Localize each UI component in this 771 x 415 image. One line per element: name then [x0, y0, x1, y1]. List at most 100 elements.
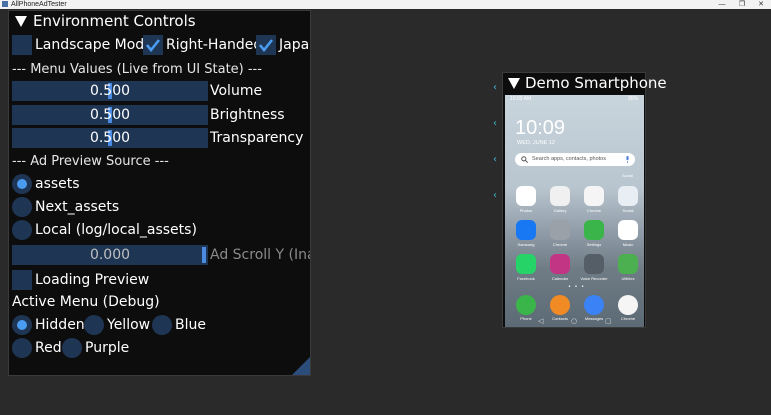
volume-label: Volume — [210, 83, 263, 99]
nav-back-icon[interactable]: ◁ — [538, 317, 543, 325]
edge-arrow-icon[interactable]: ‹ — [493, 155, 499, 165]
ad-scroll-slider[interactable]: 0.000 — [12, 245, 208, 265]
menu-values-header: --- Menu Values (Live from UI State) --- — [12, 62, 262, 77]
landscape-mode-checkbox[interactable] — [12, 35, 32, 55]
environment-controls-window: Environment Controls Landscape Mode Righ… — [8, 10, 311, 376]
app-icon-photos[interactable] — [516, 186, 536, 206]
radio-next-assets[interactable] — [12, 197, 32, 217]
minimize-button[interactable]: — — [712, 0, 732, 9]
volume-slider[interactable]: 0.500 — [12, 81, 208, 101]
app-icon — [2, 1, 8, 7]
search-placeholder: Search apps, contacts, photos — [532, 156, 606, 162]
radio-purple-label: Purple — [85, 340, 130, 356]
dock-icon-phone[interactable] — [516, 295, 536, 315]
transparency-value: 0.500 — [89, 130, 131, 146]
os-window-title: AllPhoneAdTester — [11, 1, 67, 8]
app-icon-gallery[interactable] — [550, 186, 570, 206]
landscape-mode-label: Landscape Mode — [35, 37, 153, 53]
japan-checkbox[interactable] — [256, 35, 276, 55]
env-window-title: Environment Controls — [33, 12, 196, 30]
app-icon-music[interactable] — [618, 220, 638, 240]
radio-selected-dot — [17, 179, 27, 189]
radio-local-assets-label: Local (log/local_assets) — [35, 222, 197, 238]
edge-arrow-icon[interactable]: ‹ — [493, 191, 499, 201]
phone-search-bar[interactable]: Search apps, contacts, photos — [515, 153, 635, 166]
app-icon-voice-recorder[interactable] — [584, 254, 604, 274]
brightness-slider[interactable]: 0.500 — [12, 105, 208, 125]
app-icon-facebook[interactable] — [516, 254, 536, 274]
ad-scroll-label: Ad Scroll Y (Inact — [210, 247, 310, 263]
collapse-triangle-icon[interactable] — [15, 16, 27, 27]
phone-status-bar: 10:09 AM 95% — [505, 95, 644, 103]
lock-clock: 10:09 — [515, 117, 566, 139]
loading-preview-checkbox[interactable] — [12, 270, 32, 290]
app-label: Chrome — [552, 242, 568, 247]
app-label: Calendar — [551, 276, 569, 281]
app-icon-social[interactable] — [618, 186, 638, 206]
phone-window-title: Demo Smartphone — [525, 74, 667, 92]
dock-icon-messages[interactable] — [584, 295, 604, 315]
resize-grip[interactable] — [292, 357, 310, 375]
radio-red-label: Red — [35, 340, 62, 356]
app-icon-chrome[interactable] — [584, 186, 604, 206]
env-window-titlebar[interactable]: Environment Controls — [9, 11, 310, 32]
japan-label: Japan — [279, 37, 310, 53]
app-label: Social — [622, 208, 634, 213]
checkmark-icon — [145, 39, 161, 53]
radio-next-assets-label: Next_assets — [35, 199, 120, 215]
dock-icon-chrome[interactable] — [618, 295, 638, 315]
folder-label: Social — [622, 173, 633, 178]
edge-arrow-icon[interactable]: ‹ — [493, 83, 499, 93]
close-button[interactable]: ✕ — [751, 0, 771, 9]
right-handed-label: Right-Handed — [166, 37, 263, 53]
app-icon-calendar[interactable] — [550, 254, 570, 274]
brightness-label: Brightness — [210, 107, 285, 123]
ad-preview-source-header: --- Ad Preview Source --- — [12, 154, 169, 169]
collapse-triangle-icon[interactable] — [508, 78, 520, 89]
brightness-value: 0.500 — [89, 107, 131, 123]
lock-date: WED, JUNE 12 — [517, 140, 555, 146]
dock-icon-contacts[interactable] — [550, 295, 570, 315]
page-indicator: • • • — [568, 284, 586, 290]
radio-yellow[interactable] — [84, 315, 104, 335]
phone-window-titlebar[interactable]: Demo Smartphone — [503, 73, 667, 94]
radio-yellow-label: Yellow — [107, 317, 151, 333]
radio-local-assets[interactable] — [12, 220, 32, 240]
transparency-slider[interactable]: 0.500 — [12, 128, 208, 148]
transparency-label: Transparency — [210, 130, 304, 146]
phone-nav-bar: ◁ ○ ▢ — [505, 317, 644, 327]
radio-selected-dot — [17, 320, 27, 330]
right-handed-checkbox[interactable] — [143, 35, 163, 55]
app-label: Samsung — [517, 242, 535, 247]
nav-recents-icon[interactable]: ▢ — [605, 317, 612, 325]
app-label: Facebook — [517, 276, 535, 281]
microphone-icon — [626, 156, 629, 163]
app-label: Settings — [586, 242, 602, 247]
active-menu-label: Active Menu (Debug) — [12, 294, 160, 310]
app-icon-utilities[interactable] — [618, 254, 638, 274]
app-label: Voice Recorder — [580, 276, 608, 281]
app-icon-settings[interactable] — [584, 220, 604, 240]
radio-blue[interactable] — [152, 315, 172, 335]
radio-assets[interactable] — [12, 174, 32, 194]
ad-scroll-value: 0.000 — [89, 247, 131, 263]
radio-red[interactable] — [12, 338, 32, 358]
volume-value: 0.500 — [89, 83, 131, 99]
app-label: Music — [622, 242, 634, 247]
app-icon-samsung[interactable] — [516, 220, 536, 240]
phone-screen[interactable]: 10:09 AM 95% 10:09 WED, JUNE 12 Search a… — [505, 95, 644, 327]
radio-hidden[interactable] — [12, 315, 32, 335]
app-label: Utilities — [621, 276, 635, 281]
edge-arrow-icon[interactable]: ‹ — [493, 119, 499, 129]
app-icon-chrome[interactable] — [550, 220, 570, 240]
radio-purple[interactable] — [62, 338, 82, 358]
app-label: Chrome — [586, 208, 602, 213]
nav-home-icon[interactable]: ○ — [571, 317, 577, 325]
demo-smartphone-window: Demo Smartphone 10:09 AM 95% 10:09 WED, … — [502, 72, 667, 328]
status-time: 10:09 AM — [510, 96, 532, 102]
battery-level: 95% — [627, 96, 638, 102]
radio-assets-label: assets — [35, 176, 80, 192]
maximize-button[interactable]: ❐ — [732, 0, 752, 9]
radio-hidden-label: Hidden — [35, 317, 85, 333]
radio-blue-label: Blue — [175, 317, 206, 333]
